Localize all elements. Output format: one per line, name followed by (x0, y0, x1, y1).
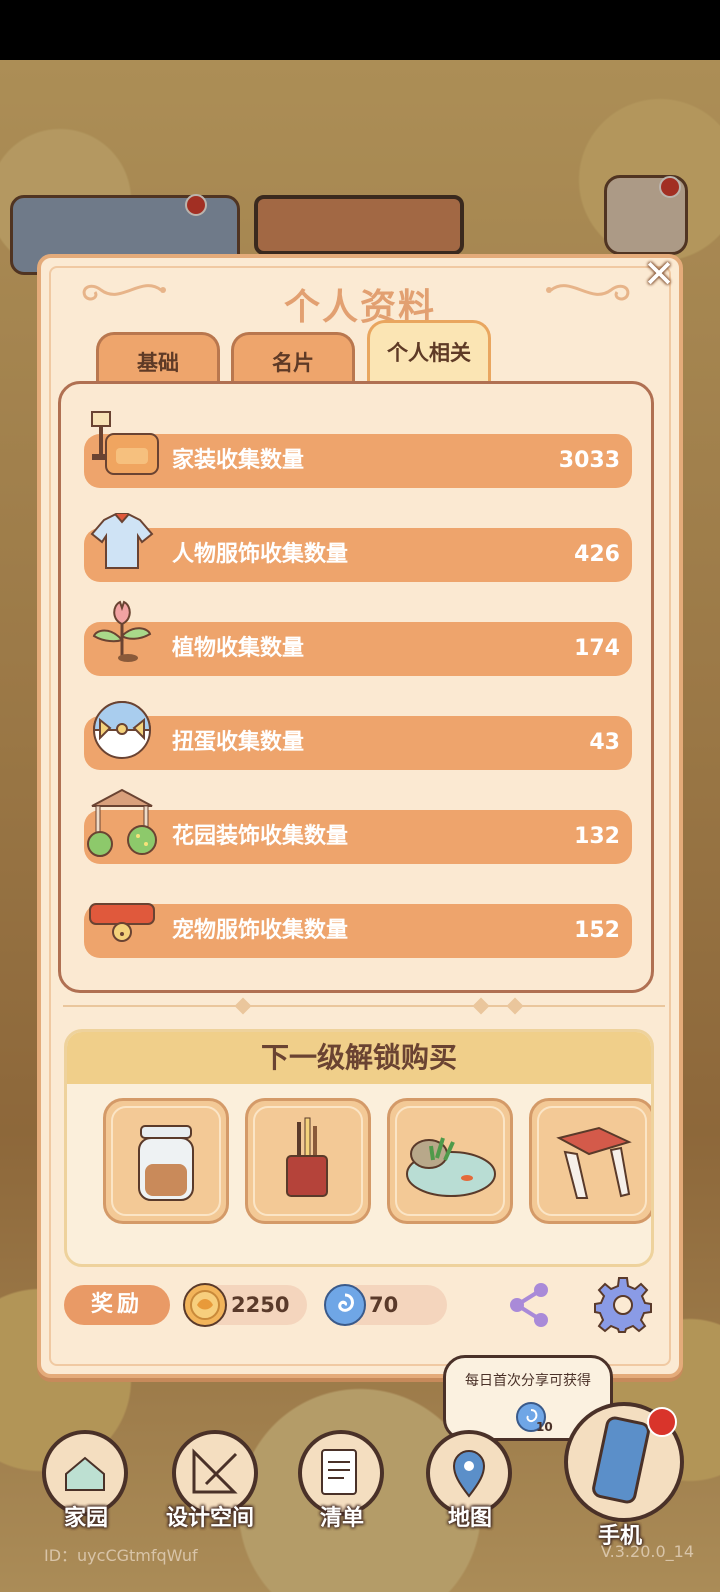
tab-personal[interactable]: 个人相关 (367, 320, 491, 386)
tulip-icon (92, 600, 152, 662)
flourish-right-icon (546, 284, 630, 301)
list-item: 花园装饰收集数量 132 (84, 788, 632, 864)
nav-list-label: 清单 (320, 1506, 365, 1531)
gear-icon[interactable] (593, 1274, 653, 1334)
nav-home-label: 家园 (64, 1506, 109, 1531)
unlock-title: 下一级解锁购买 (67, 1032, 651, 1084)
list-item: 扭蛋收集数量 43 (84, 701, 632, 770)
gazebo-icon (87, 788, 157, 857)
list-item: 家装收集数量 3033 (84, 411, 632, 488)
phone-icon (564, 1402, 684, 1522)
unlock-item[interactable] (529, 1098, 651, 1224)
nav-design-label: 设计空间 (166, 1506, 255, 1531)
version-label: V.3.20.0_14 (600, 1542, 694, 1561)
shirt-icon (90, 513, 154, 569)
sofa-lamp-icon (91, 411, 159, 475)
cookie-jar-icon (138, 1125, 194, 1201)
user-id: ID：uycCGtmfqWuf (44, 1546, 198, 1565)
pencil-holder-icon (286, 1117, 328, 1197)
share-icon[interactable] (503, 1278, 557, 1332)
unlock-item[interactable] (103, 1098, 229, 1224)
swirl-gem-icon (324, 1284, 366, 1326)
coin-reward: 2250 (183, 1283, 307, 1327)
reward-label: 奖励 (64, 1285, 170, 1325)
card-house-icon (556, 1126, 632, 1199)
gem-reward: 70 (324, 1284, 447, 1326)
list-item: 人物服饰收集数量 426 (84, 513, 632, 582)
nav-phone[interactable] (562, 1400, 687, 1530)
pet-collar-icon (89, 903, 155, 942)
koi-pond-icon (406, 1137, 496, 1197)
nav-map-label: 地图 (448, 1506, 493, 1531)
capsule-egg-icon (92, 701, 152, 759)
list-item: 植物收集数量 174 (84, 600, 632, 676)
divider (63, 1005, 665, 1007)
close-button[interactable]: ✕ (638, 254, 680, 296)
unlock-item[interactable] (245, 1098, 371, 1224)
coin-icon (183, 1283, 227, 1327)
list-item: 宠物服饰收集数量 152 (84, 903, 632, 958)
collection-list: 家装收集数量 3033 人物服饰收集数量 426 植物收集数量 174 扭蛋收集… (58, 381, 654, 993)
unlock-item[interactable] (387, 1098, 513, 1224)
next-level-unlock: 下一级解锁购买 (64, 1029, 654, 1267)
profile-panel: 个人资料 基础 名片 个人相关 家装收集数量 3033 人物服饰收集数量 426… (37, 254, 683, 1378)
